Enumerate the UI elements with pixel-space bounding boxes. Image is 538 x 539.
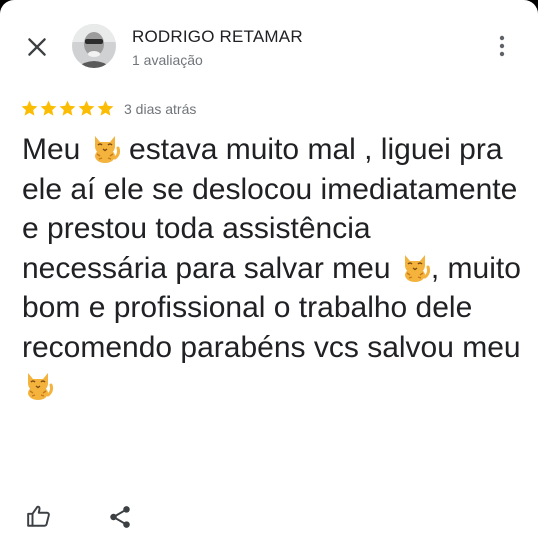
review-date: 3 dias atrás (124, 100, 197, 117)
review-text-part: Meu (22, 133, 89, 166)
cat-icon (28, 373, 54, 400)
review-text: Meu estava muito mal , liguei pra ele aí… (22, 130, 522, 407)
author-name[interactable]: RODRIGO RETAMAR (132, 27, 303, 47)
close-button[interactable] (24, 34, 50, 60)
cat-icon (94, 136, 120, 163)
review-card: RODRIGO RETAMAR 1 avaliação 3 dias atrás… (0, 0, 538, 539)
rating-row: 3 dias atrás (20, 99, 196, 118)
cat-icon (404, 254, 430, 282)
author-review-count: 1 avaliação (132, 52, 203, 68)
star-icon (40, 100, 57, 116)
share-button[interactable] (107, 504, 133, 530)
star-rating (20, 99, 115, 118)
star-icon (59, 100, 76, 116)
like-button[interactable] (26, 503, 52, 529)
star-icon (78, 100, 95, 116)
share-icon (110, 506, 130, 528)
more-options-button[interactable] (490, 33, 514, 59)
star-icon (21, 100, 38, 116)
more-vert-icon (499, 35, 505, 57)
thumb-up-icon (27, 505, 50, 527)
close-icon (28, 38, 46, 56)
avatar[interactable] (72, 24, 116, 68)
star-icon (97, 100, 114, 116)
